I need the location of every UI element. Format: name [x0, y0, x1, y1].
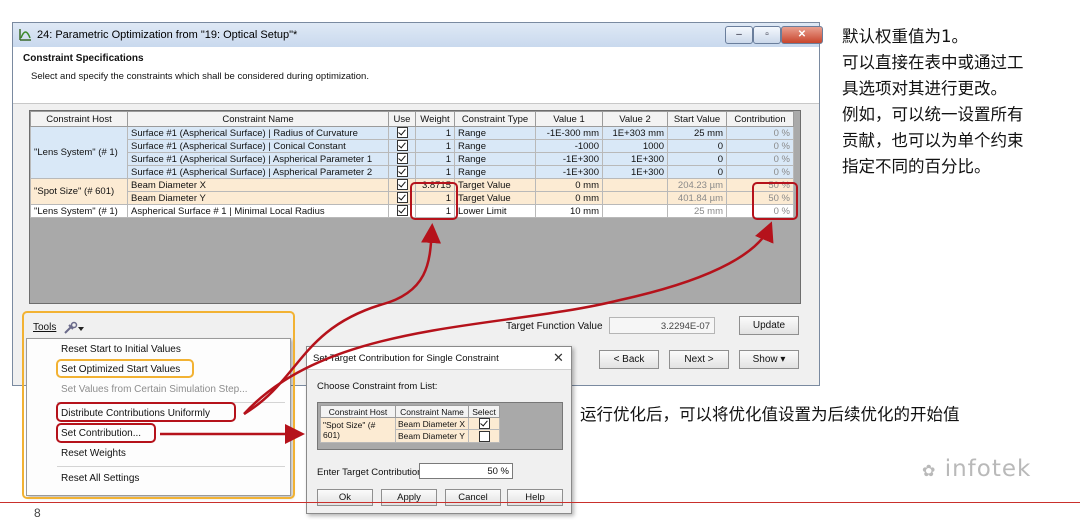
watermark-logo: ✿ infotek	[922, 456, 1031, 482]
note-line: 具选项对其进行更改。	[842, 79, 1007, 98]
note-line: 例如，可以统一设置所有	[842, 105, 1024, 124]
note-line: 贡献，也可以为单个约束	[842, 131, 1024, 150]
arrow-to-weight	[243, 223, 442, 416]
footer-line	[0, 502, 1080, 503]
note-line: 指定不同的百分比。	[842, 157, 991, 176]
watermark-text: infotek	[944, 456, 1032, 482]
right-notes: 默认权重值为1。 可以直接在表中或通过工 具选项对其进行更改。 例如，可以统一设…	[842, 24, 1078, 180]
wechat-icon: ✿	[922, 461, 937, 480]
arrow-to-contribution	[243, 221, 774, 415]
bottom-note: 运行优化后，可以将优化值设置为后续优化的开始值	[580, 405, 960, 424]
note-line: 可以直接在表中或通过工	[842, 53, 1024, 72]
note-line: 默认权重值为1。	[842, 27, 968, 46]
